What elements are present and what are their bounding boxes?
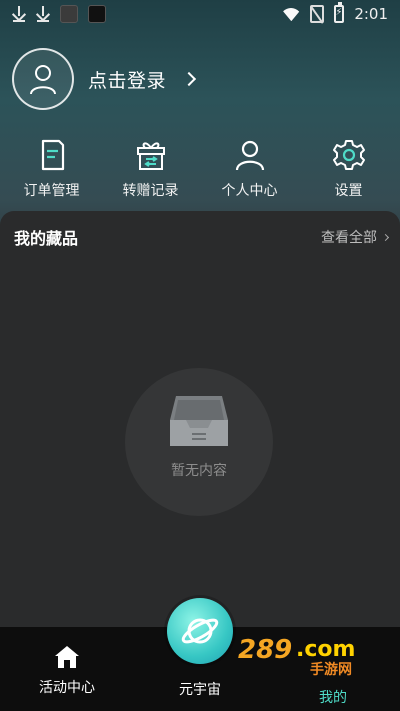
status-left <box>12 5 106 23</box>
nav-metaverse[interactable]: 元宇宙 <box>162 679 238 699</box>
shortcut-row: 订单管理 转赠记录 个人中心 设置 <box>0 138 400 200</box>
watermark-logo: 289 .com 手游网 <box>238 635 355 676</box>
shortcut-personal-center[interactable]: 个人中心 <box>200 138 299 200</box>
app-icon <box>88 5 106 23</box>
avatar[interactable] <box>12 48 74 110</box>
shortcut-settings[interactable]: 设置 <box>299 138 398 200</box>
collection-title: 我的藏品 <box>14 229 79 248</box>
shortcut-label: 转赠记录 <box>122 183 179 199</box>
download-icon <box>12 6 26 22</box>
view-all-label[interactable]: 查看全部 <box>321 227 377 247</box>
shortcut-label: 订单管理 <box>23 183 80 199</box>
svg-text:手游网: 手游网 <box>310 661 352 676</box>
gear-icon <box>332 140 365 170</box>
user-icon <box>30 65 56 95</box>
battery-charging-icon <box>334 2 345 23</box>
app-icon <box>60 5 78 23</box>
download-icon <box>36 6 50 22</box>
metaverse-button[interactable] <box>167 598 233 664</box>
nav-activity-center[interactable]: 活动中心 <box>30 645 104 697</box>
status-time: 2:01 <box>354 5 388 23</box>
home-icon <box>55 646 79 668</box>
no-sim-icon <box>310 5 325 23</box>
status-right: 2:01 <box>282 2 388 23</box>
login-label[interactable]: 点击登录 <box>88 66 166 93</box>
shortcut-label: 设置 <box>334 183 363 199</box>
view-all-link[interactable]: 查看全部 <box>321 227 390 247</box>
empty-text: 暂无内容 <box>171 463 227 479</box>
nav-label: 活动中心 <box>39 680 95 696</box>
shortcut-label: 个人中心 <box>221 183 278 199</box>
empty-state: 暂无内容 <box>125 368 273 516</box>
user-icon <box>235 140 264 171</box>
login-entry[interactable]: 点击登录 <box>12 48 197 110</box>
status-bar: 2:01 <box>0 0 400 28</box>
collection-header: 我的藏品 查看全部 <box>14 225 390 249</box>
shortcut-gift-records[interactable]: 转赠记录 <box>101 138 200 200</box>
svg-text:.com: .com <box>296 637 355 662</box>
nav-label: 我的 <box>319 690 347 706</box>
inbox-tray-icon <box>170 396 228 446</box>
gift-icon <box>136 142 165 170</box>
chevron-right-icon[interactable] <box>381 233 390 241</box>
document-icon <box>41 139 64 171</box>
nav-mine[interactable]: 我的 <box>296 679 370 707</box>
nav-label: 元宇宙 <box>179 682 221 698</box>
chevron-right-icon[interactable] <box>181 71 197 87</box>
svg-text:289: 289 <box>238 635 292 665</box>
wifi-icon <box>282 7 300 21</box>
shortcut-orders[interactable]: 订单管理 <box>2 138 101 200</box>
planet-icon <box>181 618 219 644</box>
